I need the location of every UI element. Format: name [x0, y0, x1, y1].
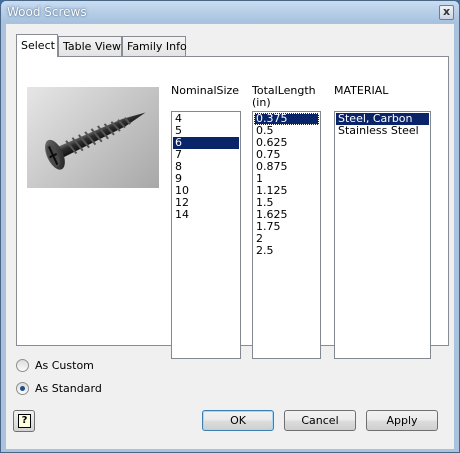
as-custom-radio[interactable]: [16, 358, 29, 372]
nominal-size-header: NominalSize: [171, 84, 240, 97]
tab-family-info-label: Family Info: [127, 40, 187, 53]
ok-button[interactable]: OK: [202, 410, 274, 431]
list-item[interactable]: 1.75: [254, 221, 319, 233]
wood-screw-icon: [45, 112, 146, 170]
total-length-header: TotalLength (in): [252, 85, 316, 109]
tab-select[interactable]: Select: [16, 34, 58, 57]
title-bar[interactable]: Wood Screws x: [1, 1, 459, 23]
list-item[interactable]: 4: [173, 113, 239, 125]
list-item[interactable]: 7: [173, 149, 239, 161]
list-item[interactable]: 8: [173, 161, 239, 173]
as-custom-label: As Custom: [35, 358, 94, 372]
help-icon: ?: [18, 414, 31, 428]
tab-table-view-label: Table View: [63, 40, 122, 53]
dialog-client-area: Select Table View Family Info NominalSiz…: [6, 24, 454, 449]
help-button[interactable]: ?: [13, 410, 35, 432]
list-item[interactable]: Stainless Steel: [336, 125, 429, 137]
list-item[interactable]: 2.5: [254, 245, 319, 257]
dialog-window: Wood Screws x Select Table View Family I…: [0, 0, 460, 453]
cancel-button[interactable]: Cancel: [284, 410, 356, 431]
material-list[interactable]: Steel, Carbon Stainless Steel: [334, 111, 431, 359]
tab-select-label: Select: [21, 39, 55, 52]
as-custom-option[interactable]: As Custom: [16, 357, 94, 373]
as-standard-option[interactable]: As Standard: [16, 380, 102, 396]
apply-button[interactable]: Apply: [366, 410, 438, 431]
select-tab-panel: NominalSize 4 5 6 7 8 9 10 12 14 TotalLe…: [16, 56, 449, 359]
total-length-list[interactable]: 0.375 0.5 0.625 0.75 0.875 1 1.125 1.5 1…: [252, 111, 321, 359]
tab-family-info[interactable]: Family Info: [122, 36, 187, 56]
total-length-header-unit: (in): [252, 96, 271, 109]
close-button[interactable]: x: [439, 5, 454, 20]
list-item[interactable]: 5: [173, 125, 239, 137]
list-item[interactable]: 0.875: [254, 161, 319, 173]
nominal-size-list[interactable]: 4 5 6 7 8 9 10 12 14: [171, 111, 241, 359]
as-standard-radio[interactable]: [16, 381, 29, 395]
as-standard-label: As Standard: [35, 381, 102, 395]
list-item[interactable]: 14: [173, 209, 239, 221]
close-icon: x: [442, 5, 451, 18]
tab-table-view[interactable]: Table View: [58, 36, 122, 56]
material-header: MATERIAL: [334, 84, 389, 97]
screw-preview-image: [27, 87, 159, 188]
window-title: Wood Screws: [7, 5, 87, 19]
list-item-selected[interactable]: 6: [173, 137, 239, 149]
